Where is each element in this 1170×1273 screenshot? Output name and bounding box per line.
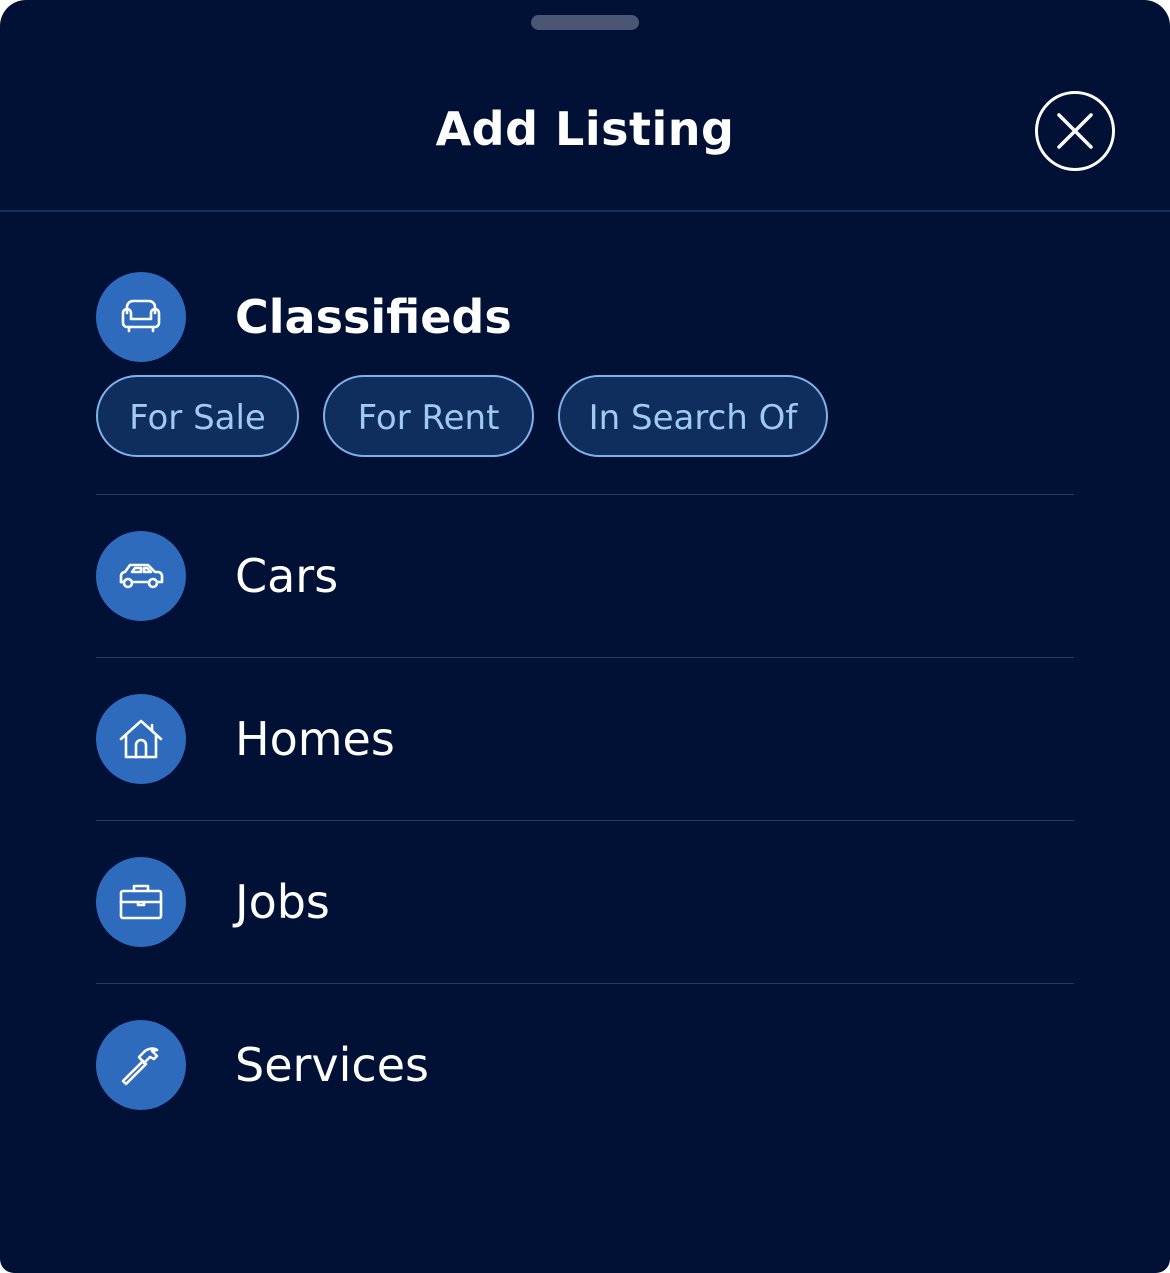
close-icon: [1057, 113, 1093, 149]
chip-in-search-of[interactable]: In Search Of: [558, 375, 828, 457]
cars-icon-circle: [96, 531, 186, 621]
chip-for-sale[interactable]: For Sale: [96, 375, 299, 457]
classifieds-icon-circle: [96, 272, 186, 362]
header-divider: [0, 210, 1170, 212]
divider: [96, 657, 1074, 658]
category-label-services: Services: [235, 1038, 429, 1092]
services-icon-circle: [96, 1020, 186, 1110]
add-listing-sheet: Add Listing Classifieds For Sale For Ren…: [0, 0, 1170, 1273]
category-label-cars: Cars: [235, 549, 339, 603]
page-title: Add Listing: [435, 102, 735, 156]
category-label-jobs: Jobs: [235, 875, 330, 929]
category-homes[interactable]: Homes: [96, 694, 1074, 784]
category-label-homes: Homes: [235, 712, 395, 766]
car-icon: [119, 563, 164, 589]
homes-icon-circle: [96, 694, 186, 784]
hammer-icon: [121, 1047, 159, 1086]
sofa-icon: [121, 299, 161, 333]
house-icon: [119, 719, 163, 759]
briefcase-icon: [119, 884, 163, 920]
sheet-grabber[interactable]: [531, 15, 639, 30]
category-services[interactable]: Services: [96, 1020, 1074, 1110]
divider: [96, 820, 1074, 821]
close-button[interactable]: [1035, 91, 1115, 171]
category-jobs[interactable]: Jobs: [96, 857, 1074, 947]
jobs-icon-circle: [96, 857, 186, 947]
category-cars[interactable]: Cars: [96, 531, 1074, 621]
divider: [96, 494, 1074, 495]
category-classifieds[interactable]: Classifieds: [96, 272, 1074, 362]
chip-for-rent[interactable]: For Rent: [323, 375, 534, 457]
category-label-classifieds: Classifieds: [235, 290, 512, 344]
divider: [96, 983, 1074, 984]
